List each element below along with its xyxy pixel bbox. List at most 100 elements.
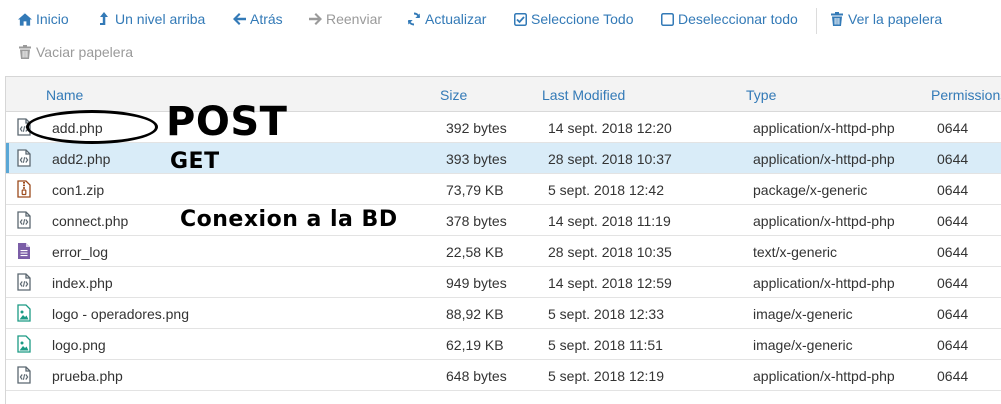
empty-trash-label: Vaciar papelera (36, 44, 134, 60)
text-file-icon (17, 242, 31, 260)
table-row[interactable]: index.php 949 bytes 14 sept. 2018 12:59 app… (6, 267, 1001, 298)
file-last-modified: 5 sept. 2018 12:42 (548, 182, 664, 198)
file-size: 88,92 KB (446, 306, 504, 322)
toolbar-divider (816, 8, 817, 34)
file-last-modified: 28 sept. 2018 10:37 (548, 151, 672, 167)
reload-button[interactable]: Actualizar (407, 11, 486, 27)
up-one-level-button[interactable]: Un nivel arriba (97, 11, 205, 27)
home-icon (18, 12, 32, 26)
arrow-left-icon (232, 12, 246, 26)
forward-button[interactable]: Reenviar (308, 11, 382, 27)
annotation-post: POST (166, 99, 288, 145)
view-trash-button[interactable]: Ver la papelera (830, 11, 942, 27)
file-name[interactable]: con1.zip (52, 182, 104, 198)
file-last-modified: 14 sept. 2018 12:20 (548, 120, 672, 136)
select-all-button[interactable]: Seleccione Todo (513, 11, 633, 27)
annotation-ellipse (26, 110, 158, 144)
file-type: application/x-httpd-php (753, 151, 895, 167)
file-type: application/x-httpd-php (753, 120, 895, 136)
file-rows: add.php 392 bytes 14 sept. 2018 12:20 appli… (6, 112, 1001, 391)
file-last-modified: 5 sept. 2018 11:51 (548, 337, 663, 353)
table-row[interactable]: logo.png 62,19 KB 5 sept. 2018 11:51 image/… (6, 329, 1001, 360)
file-permissions: 0644 (937, 244, 969, 260)
file-type: package/x-generic (753, 182, 868, 198)
column-header-permissions[interactable]: Permissions (931, 87, 1001, 103)
file-permissions: 0644 (937, 306, 969, 322)
image-file-icon (17, 335, 31, 353)
back-label: Atrás (250, 11, 283, 27)
file-type: image/x-generic (753, 337, 853, 353)
table-row[interactable]: con1.zip 73,79 KB 5 sept. 2018 12:42 packag… (6, 174, 1001, 205)
file-size: 392 bytes (446, 120, 507, 136)
file-permissions: 0644 (937, 182, 969, 198)
up-one-level-label: Un nivel arriba (115, 11, 206, 27)
file-size: 22,58 KB (446, 244, 504, 260)
table-row[interactable]: error_log 22,58 KB 28 sept. 2018 10:35 text… (6, 236, 1001, 267)
file-type: application/x-httpd-php (753, 275, 895, 291)
file-type: image/x-generic (753, 306, 853, 322)
reload-label: Actualizar (425, 11, 487, 27)
file-last-modified: 5 sept. 2018 12:19 (548, 368, 664, 384)
back-button[interactable]: Atrás (232, 11, 283, 27)
file-size: 648 bytes (446, 368, 507, 384)
file-size: 62,19 KB (446, 337, 504, 353)
file-name[interactable]: index.php (52, 275, 113, 291)
trash-icon (830, 12, 844, 26)
table-row[interactable]: logo - operadores.png 88,92 KB 5 sept. 201… (6, 298, 1001, 329)
table-row[interactable]: add2.php 393 bytes 28 sept. 2018 10:37 appl… (6, 143, 1001, 174)
checked-square-icon (513, 12, 527, 26)
home-label: Inicio (36, 11, 69, 27)
file-size: 378 bytes (446, 213, 507, 229)
file-name[interactable]: prueba.php (52, 368, 123, 384)
file-name[interactable]: add2.php (52, 151, 110, 167)
file-size: 393 bytes (446, 151, 507, 167)
view-trash-label: Ver la papelera (848, 11, 943, 27)
file-type: application/x-httpd-php (753, 368, 895, 384)
empty-trash-button[interactable]: Vaciar papelera (18, 44, 133, 60)
select-all-label: Seleccione Todo (531, 11, 634, 27)
file-permissions: 0644 (937, 120, 969, 136)
column-header-last-modified[interactable]: Last Modified (542, 87, 625, 103)
column-header-size[interactable]: Size (440, 87, 467, 103)
file-name[interactable]: error_log (52, 244, 108, 260)
file-permissions: 0644 (937, 337, 969, 353)
table-row[interactable]: connect.php 378 bytes 14 sept. 2018 11:19 a… (6, 205, 1001, 236)
level-up-icon (97, 12, 111, 26)
annotation-get: GET (170, 149, 220, 174)
file-last-modified: 28 sept. 2018 10:35 (548, 244, 672, 260)
file-size: 73,79 KB (446, 182, 504, 198)
deselect-all-button[interactable]: Deseleccionar todo (660, 11, 798, 27)
forward-label: Reenviar (326, 11, 383, 27)
file-last-modified: 14 sept. 2018 12:59 (548, 275, 672, 291)
arrow-right-icon (308, 12, 322, 26)
file-name[interactable]: logo.png (52, 337, 106, 353)
table-row[interactable]: prueba.php 648 bytes 5 sept. 2018 12:19 app… (6, 360, 1001, 391)
file-permissions: 0644 (937, 275, 969, 291)
file-manager-toolbar: Inicio Un nivel arriba Atrás Reenviar Ac… (0, 0, 1001, 72)
php-file-icon (17, 273, 31, 291)
file-size: 949 bytes (446, 275, 507, 291)
php-file-icon (17, 366, 31, 384)
file-last-modified: 5 sept. 2018 12:33 (548, 306, 664, 322)
file-name[interactable]: connect.php (52, 213, 128, 229)
php-file-icon (17, 211, 31, 229)
file-permissions: 0644 (937, 151, 969, 167)
file-type: application/x-httpd-php (753, 213, 895, 229)
file-permissions: 0644 (937, 213, 969, 229)
deselect-all-label: Deseleccionar todo (678, 11, 798, 27)
table-header: Name Size Last Modified Type Permissions (6, 77, 1001, 112)
refresh-icon (407, 12, 421, 26)
trash-icon (18, 45, 32, 59)
annotation-db-connection: Conexion a la BD (180, 207, 398, 232)
file-name[interactable]: logo - operadores.png (52, 306, 189, 322)
zip-file-icon (17, 180, 31, 198)
empty-square-icon (660, 12, 674, 26)
file-permissions: 0644 (937, 368, 969, 384)
home-button[interactable]: Inicio (18, 11, 69, 27)
file-type: text/x-generic (753, 244, 838, 260)
column-header-name[interactable]: Name (46, 87, 83, 103)
file-last-modified: 14 sept. 2018 11:19 (548, 213, 671, 229)
column-header-type[interactable]: Type (746, 87, 776, 103)
php-file-icon (17, 149, 31, 167)
image-file-icon (17, 304, 31, 322)
